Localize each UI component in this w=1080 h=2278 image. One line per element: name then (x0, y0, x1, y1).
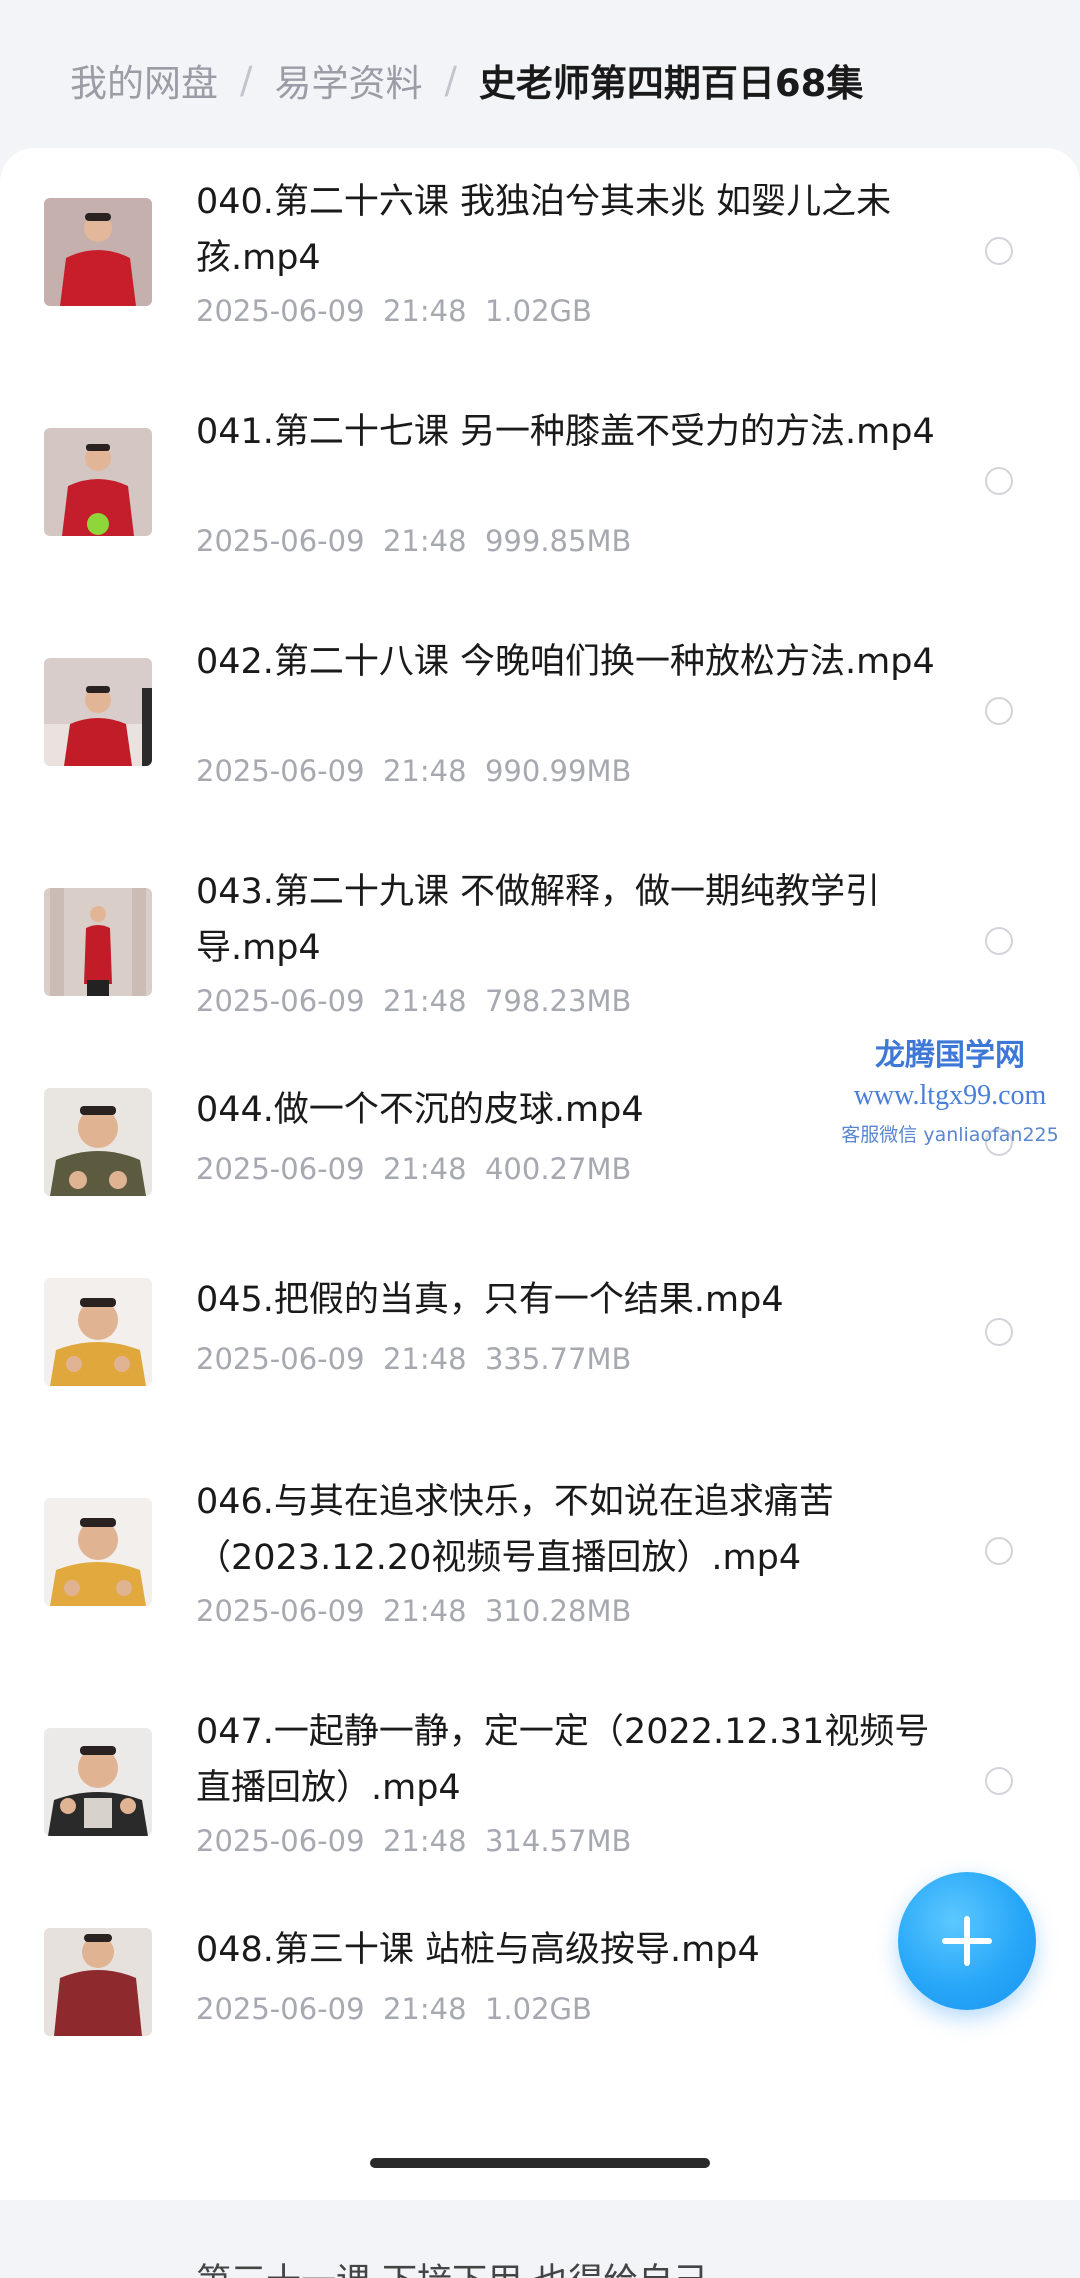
file-name: 048.第三十课 站桩与高级按导.mp4 (196, 1930, 760, 1970)
file-date: 2025-06-09 21:48 (196, 1152, 467, 1186)
file-date: 2025-06-09 21:48 (196, 524, 467, 558)
video-thumbnail (44, 198, 152, 306)
video-thumbnail (44, 658, 152, 766)
file-date: 2025-06-09 21:48 (196, 1342, 467, 1376)
select-radio[interactable] (985, 1767, 1013, 1795)
breadcrumb-current-folder: 史老师第四期百日68集 (478, 62, 864, 105)
file-size: 990.99MB (484, 754, 632, 788)
breadcrumb-separator: / (444, 58, 457, 102)
select-radio[interactable] (985, 467, 1013, 495)
file-row[interactable]: 043.第二十九课 不做解释，做一期纯教学引导.mp4 2025-06-09 2… (0, 838, 1080, 1068)
file-name: 041.第二十七课 另一种膝盖不受力的方法.mp4 (196, 412, 935, 452)
file-meta: 2025-06-09 21:48 314.57MB (196, 1824, 631, 1858)
file-date: 2025-06-09 21:48 (196, 984, 467, 1018)
file-meta: 2025-06-09 21:48 310.28MB (196, 1594, 631, 1628)
add-button[interactable] (898, 1872, 1036, 2010)
file-row[interactable]: 041.第二十七课 另一种膝盖不受力的方法.mp4 2025-06-09 21:… (0, 378, 1080, 608)
file-meta: 2025-06-09 21:48 335.77MB (196, 1342, 631, 1376)
file-size: 798.23MB (484, 984, 632, 1018)
file-meta: 2025-06-09 21:48 400.27MB (196, 1152, 631, 1186)
file-size: 314.57MB (484, 1824, 632, 1858)
file-size: 335.77MB (484, 1342, 632, 1376)
file-name: 042.第二十八课 今晚咱们换一种放松方法.mp4 (196, 642, 935, 682)
file-meta: 2025-06-09 21:48 1.02GB (196, 294, 592, 328)
file-date: 2025-06-09 21:48 (196, 754, 467, 788)
file-meta: 2025-06-09 21:48 999.85MB (196, 524, 631, 558)
video-thumbnail (44, 888, 152, 996)
file-meta: 2025-06-09 21:48 798.23MB (196, 984, 631, 1018)
video-thumbnail (44, 1928, 152, 2036)
video-thumbnail (44, 1498, 152, 1606)
file-meta: 2025-06-09 21:48 990.99MB (196, 754, 631, 788)
video-thumbnail (44, 428, 152, 536)
select-radio[interactable] (985, 697, 1013, 725)
next-file-name-partial: 第三十一课 下接下用 也得给自己 (196, 2260, 708, 2278)
file-size: 1.02GB (484, 294, 592, 328)
select-radio[interactable] (985, 1537, 1013, 1565)
home-indicator[interactable] (370, 2158, 710, 2168)
file-name: 044.做一个不沉的皮球.mp4 (196, 1090, 644, 1130)
file-name: 040.第二十六课 我独泊兮其未兆 如婴儿之未孩.mp4 (196, 182, 892, 278)
plus-icon (942, 1916, 992, 1966)
file-name: 043.第二十九课 不做解释，做一期纯教学引导.mp4 (196, 872, 881, 968)
file-size: 999.85MB (484, 524, 632, 558)
file-size: 400.27MB (484, 1152, 632, 1186)
file-date: 2025-06-09 21:48 (196, 1594, 467, 1628)
file-row[interactable]: 042.第二十八课 今晚咱们换一种放松方法.mp4 2025-06-09 21:… (0, 608, 1080, 838)
file-date: 2025-06-09 21:48 (196, 1992, 467, 2026)
file-size: 310.28MB (484, 1594, 632, 1628)
breadcrumb: 我的网盘 / 易学资料 / 史老师第四期百日68集 (70, 52, 863, 108)
file-row[interactable]: 044.做一个不沉的皮球.mp4 2025-06-09 21:48 400.27… (0, 1068, 1080, 1258)
file-meta: 2025-06-09 21:48 1.02GB (196, 1992, 592, 2026)
video-thumbnail (44, 1278, 152, 1386)
file-date: 2025-06-09 21:48 (196, 1824, 467, 1858)
select-radio[interactable] (985, 237, 1013, 265)
file-name: 045.把假的当真，只有一个结果.mp4 (196, 1280, 784, 1320)
video-thumbnail (44, 1088, 152, 1196)
file-row[interactable]: 046.与其在追求快乐，不如说在追求痛苦（2023.12.20视频号直播回放）.… (0, 1448, 1080, 1678)
breadcrumb-yixue-folder[interactable]: 易学资料 (274, 53, 422, 107)
file-row[interactable]: 045.把假的当真，只有一个结果.mp4 2025-06-09 21:48 33… (0, 1258, 1080, 1448)
select-radio[interactable] (985, 1128, 1013, 1156)
file-size: 1.02GB (484, 1992, 592, 2026)
file-row[interactable]: 040.第二十六课 我独泊兮其未兆 如婴儿之未孩.mp4 2025-06-09 … (0, 148, 1080, 378)
breadcrumb-separator: / (240, 58, 253, 102)
select-radio[interactable] (985, 927, 1013, 955)
breadcrumb-my-drive[interactable]: 我的网盘 (70, 53, 218, 107)
file-name: 047.一起静一静，定一定（2022.12.31视频号直播回放）.mp4 (196, 1712, 930, 1808)
file-name: 046.与其在追求快乐，不如说在追求痛苦（2023.12.20视频号直播回放）.… (196, 1482, 834, 1578)
file-date: 2025-06-09 21:48 (196, 294, 467, 328)
video-thumbnail (44, 1728, 152, 1836)
select-radio[interactable] (985, 1318, 1013, 1346)
